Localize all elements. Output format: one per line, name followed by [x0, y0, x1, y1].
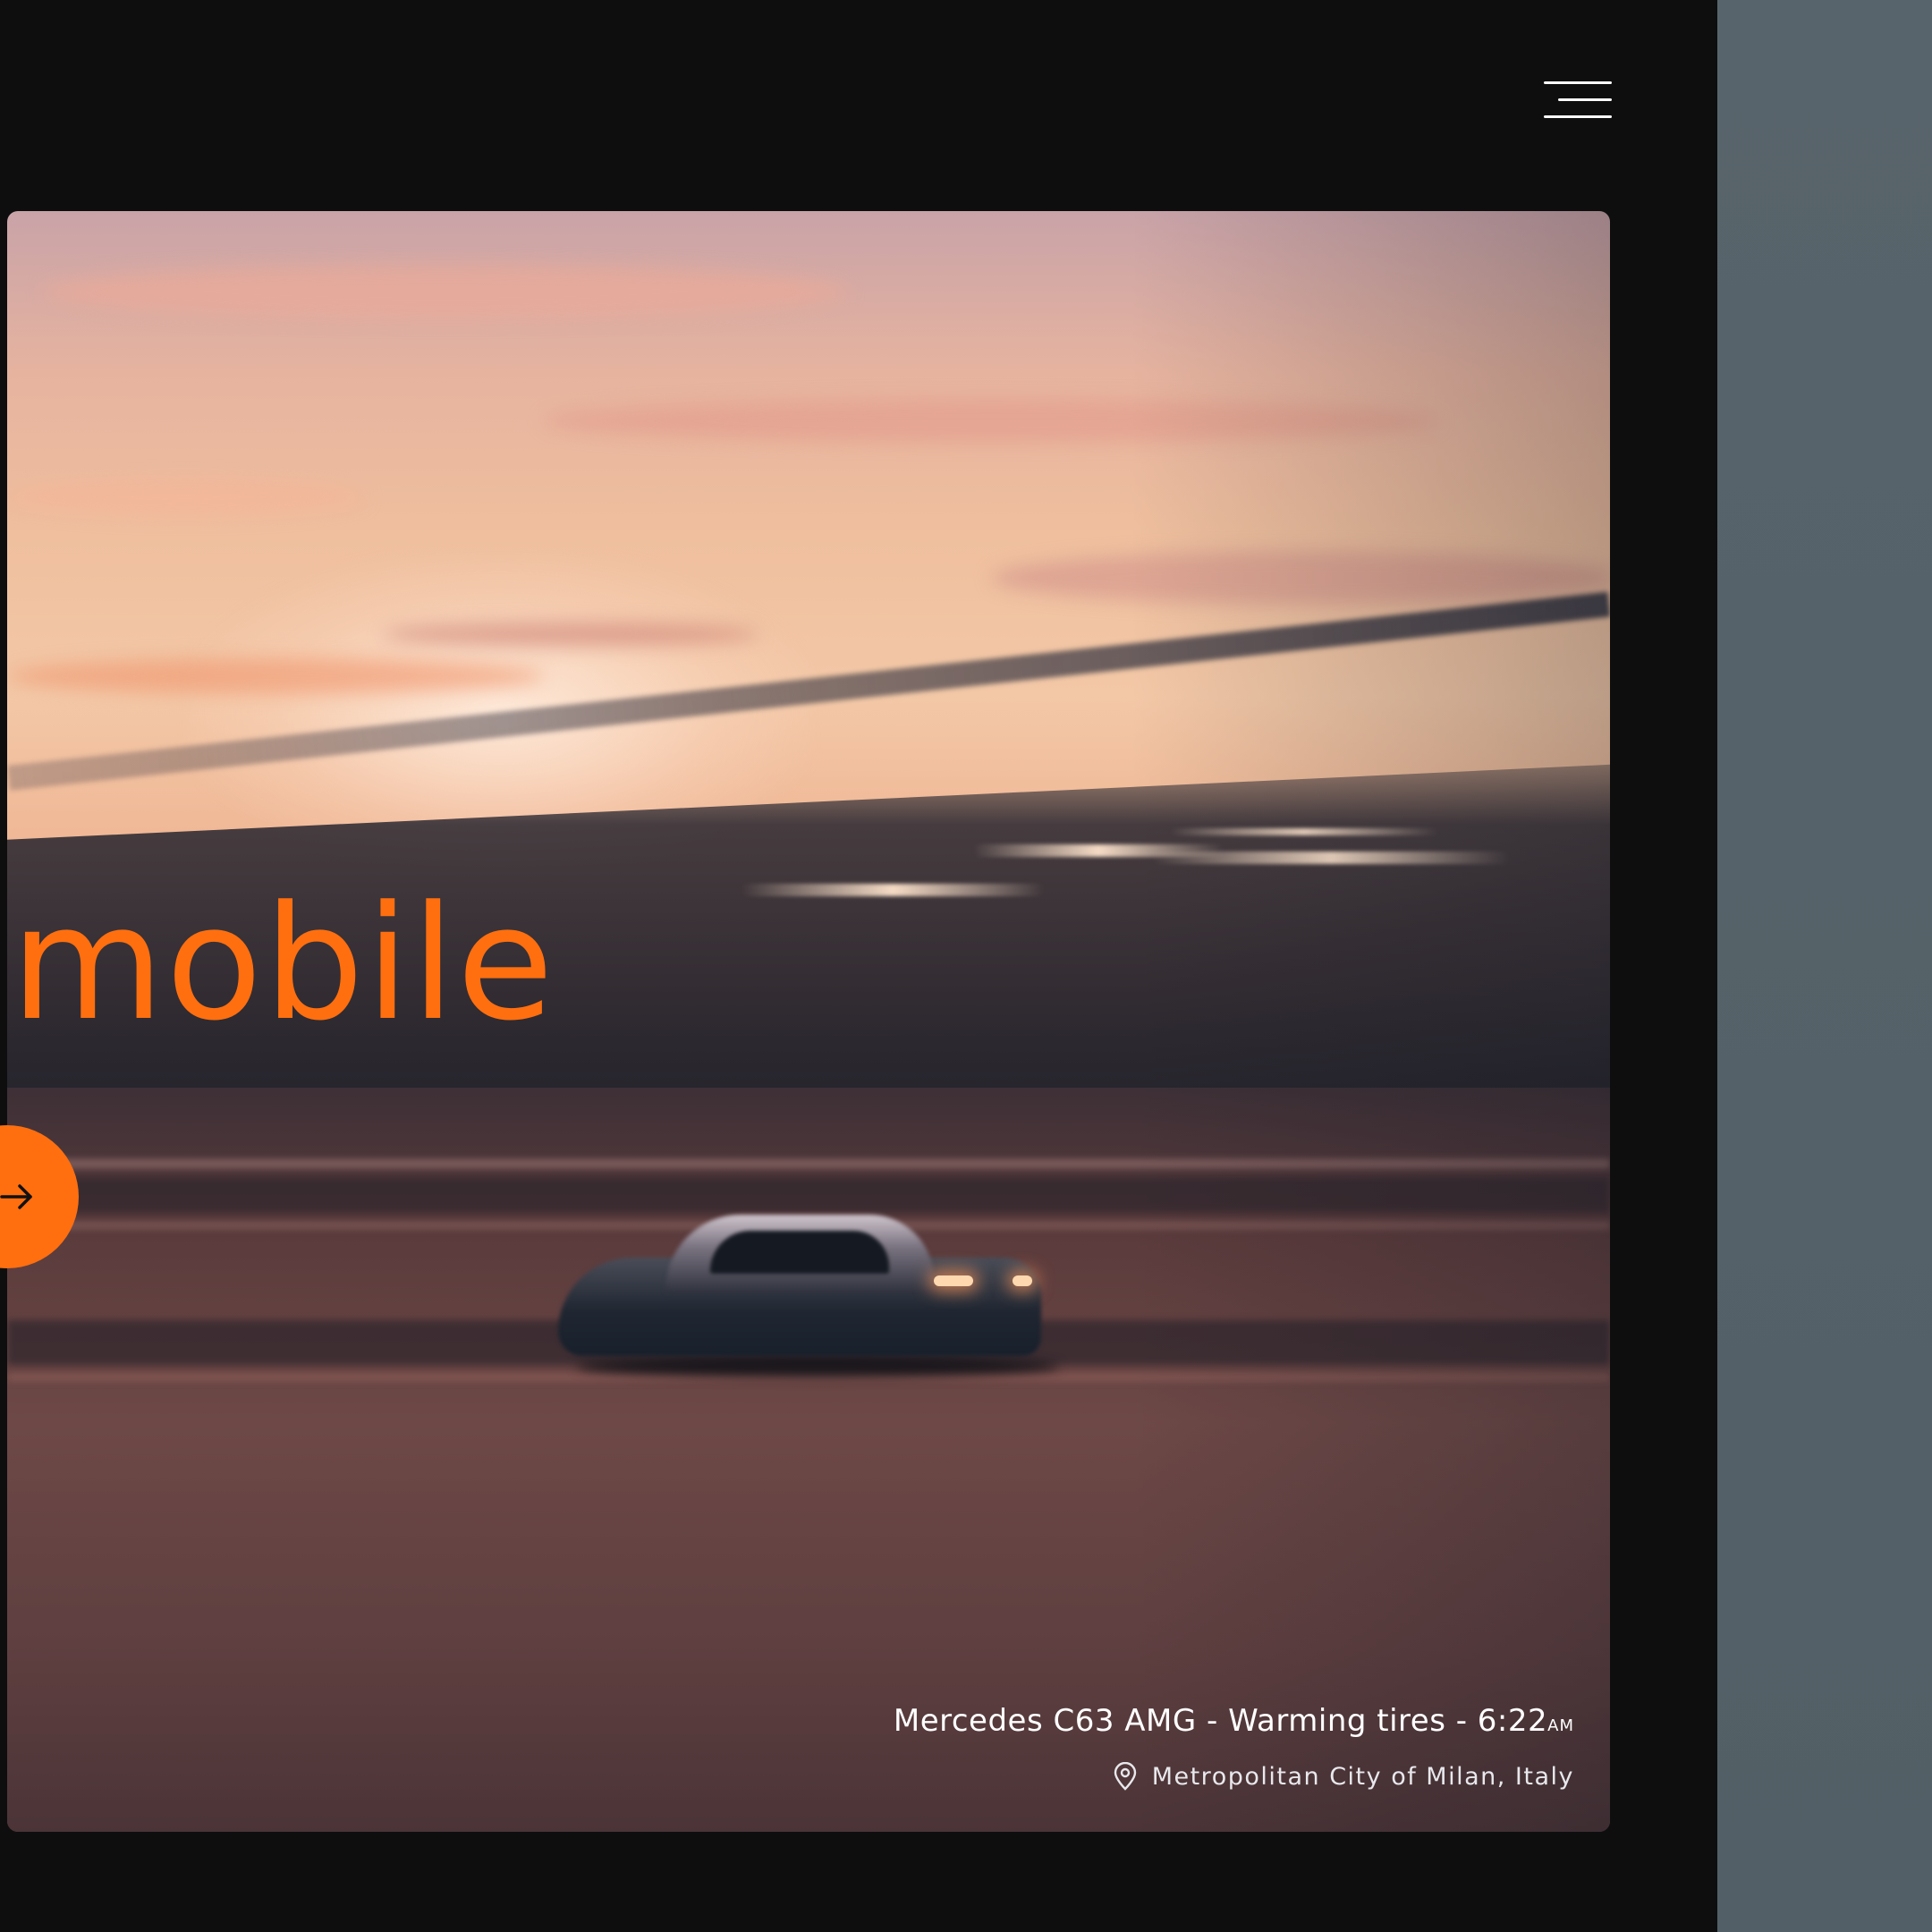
- menu-button[interactable]: [1540, 79, 1612, 122]
- side-panel: [1717, 0, 1932, 1932]
- arrow-right-icon: [0, 1184, 32, 1209]
- caption-ampm: AM: [1547, 1716, 1574, 1735]
- map-pin-icon: [1114, 1762, 1136, 1791]
- caption-location: Metropolitan City of Milan, Italy: [894, 1762, 1574, 1791]
- photo-caption: Mercedes C63 AMG - Warming tires - 6:22A…: [894, 1703, 1574, 1791]
- location-label: Metropolitan City of Milan, Italy: [1151, 1762, 1574, 1791]
- caption-title: Mercedes C63 AMG - Warming tires - 6:22A…: [893, 1703, 1574, 1739]
- hero-headline: mobile: [11, 872, 555, 1055]
